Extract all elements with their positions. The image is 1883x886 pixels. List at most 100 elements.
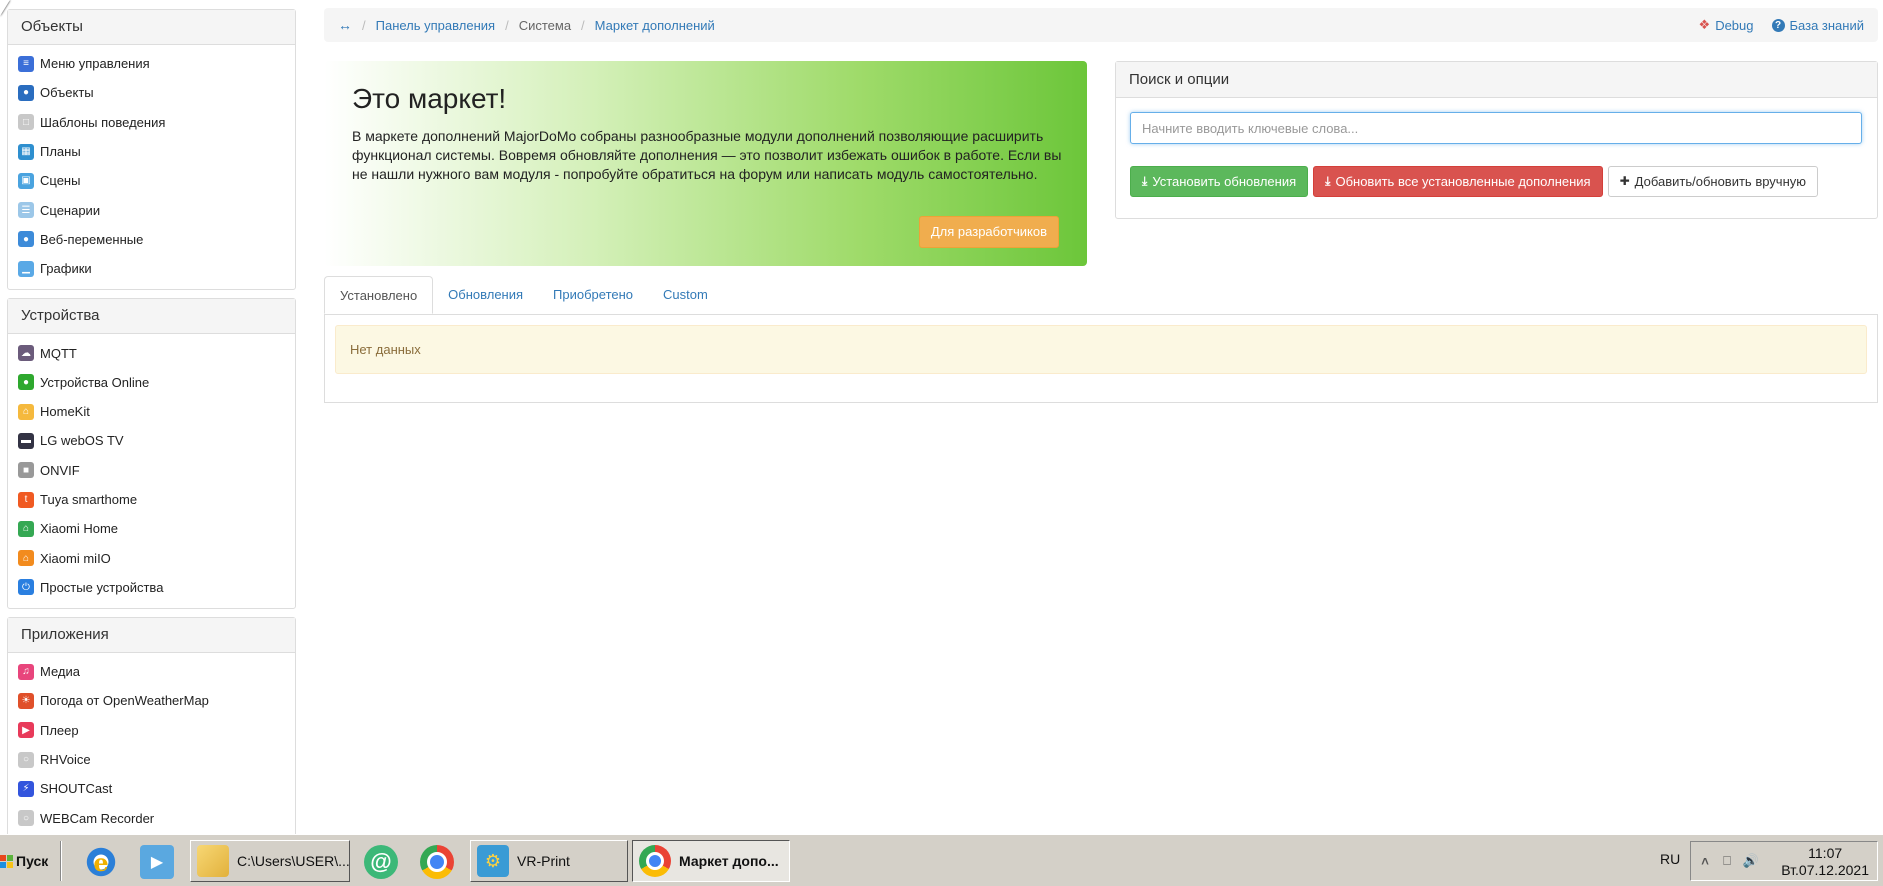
power-icon: ⏻ <box>18 579 34 596</box>
tab-updates[interactable]: Обновления <box>433 276 538 314</box>
sidebar-item[interactable]: ● Устройства Online <box>8 368 295 397</box>
update-all-button[interactable]: ⤓ Обновить все установленные дополнения <box>1313 166 1603 197</box>
globe-icon: ● <box>18 84 34 101</box>
xiaomi-home-icon: ⌂ <box>18 520 34 537</box>
sidebar-item[interactable]: □ Шаблоны поведения <box>8 108 295 137</box>
sidebar-item-label: Веб-переменные <box>40 231 144 247</box>
taskbar-task-explorer[interactable]: C:\Users\USER\... <box>190 840 350 882</box>
sidebar-item[interactable]: ⚡ SHOUTCast <box>8 774 295 803</box>
arrows-horizontal-icon[interactable]: ↔ <box>338 17 352 33</box>
download-icon: ⤓ <box>1325 174 1331 188</box>
task-vrprint-label: VR-Print <box>517 853 570 869</box>
tab-content: Нет данных <box>324 315 1878 403</box>
chrome-center <box>427 852 447 872</box>
sidebar-item[interactable]: ⏻ Простые устройства <box>8 573 295 602</box>
sidebar-item[interactable]: ● Веб-переменные <box>8 225 295 254</box>
hero-title: Это маркет! <box>352 83 507 114</box>
taskbar-task-vrprint[interactable]: ⚙ VR-Print <box>470 840 628 882</box>
media-player-icon[interactable]: ▶ <box>140 845 174 879</box>
start-button[interactable]: Пуск <box>0 840 54 882</box>
sidebar-item[interactable]: ○ WEBCam Recorder <box>8 804 295 833</box>
sidebar-item-label: Простые устройства <box>40 579 164 595</box>
template-icon: □ <box>18 114 34 131</box>
gear-icon: ⚙ <box>484 850 502 871</box>
sidebar-item[interactable]: ▬ LG webOS TV <box>8 426 295 455</box>
bug-icon: ❖ <box>1698 17 1711 32</box>
sidebar-item-label: Сценарии <box>40 202 101 218</box>
sidebar-item[interactable]: ⌂ Xiaomi miIO <box>8 543 295 572</box>
sidebar-item[interactable]: ● Объекты <box>8 78 295 107</box>
debug-link[interactable]: ❖ Debug <box>1699 17 1754 33</box>
sidebar-item[interactable]: ☁ MQTT <box>8 338 295 367</box>
clock-date: Вт.07.12.2021 <box>1781 862 1869 878</box>
volume-icon[interactable]: 🔊 <box>1743 853 1759 869</box>
taskbar-task-market[interactable]: Маркет допо... <box>632 840 790 882</box>
sidebar-item[interactable]: ☰ Сценарии <box>8 195 295 224</box>
install-updates-label: Установить обновления <box>1152 174 1297 189</box>
tab-installed[interactable]: Установлено <box>324 276 434 314</box>
add-manual-label: Добавить/обновить вручную <box>1634 174 1807 189</box>
sidebar-item[interactable]: t Tuya smarthome <box>8 485 295 514</box>
internet-explorer-icon[interactable]: e <box>84 845 118 879</box>
sidebar-item-label: Устройства Online <box>40 374 150 390</box>
plans-icon: ▦ <box>18 143 34 160</box>
add-manual-button[interactable]: ✚ Добавить/обновить вручную <box>1607 166 1819 197</box>
scenarios-icon: ☰ <box>18 202 34 219</box>
breadcrumb: ↔ / Панель управления / Система / Маркет… <box>324 8 1878 42</box>
tuya-icon: t <box>18 491 34 508</box>
mail-agent-icon[interactable]: @ <box>364 845 398 879</box>
chevron-up-icon[interactable]: ˄ <box>1697 853 1713 869</box>
search-options-panel: Поиск и опции ⤓ Установить обновления ⤓ … <box>1115 61 1878 219</box>
breadcrumb-market[interactable]: Маркет дополнений <box>595 18 715 33</box>
sidebar-item-label: Объекты <box>40 85 94 101</box>
sidebar-item-label: HomeKit <box>40 404 90 420</box>
devices-panel-title: Устройства <box>8 299 295 335</box>
sidebar-item[interactable]: ▶ Плеер <box>8 716 295 745</box>
sidebar-item-label: Xiaomi miIO <box>40 550 111 566</box>
objects-list: ≡ Меню управления ● Объекты □ Шаблоны поведен… <box>8 45 295 289</box>
apps-panel: Приложения ♫ Медиа ☀ Погода от OpenWeatherM… <box>7 617 296 835</box>
mqtt-icon: ☁ <box>18 345 34 362</box>
at-glyph: @ <box>370 849 392 874</box>
tab-custom[interactable]: Custom <box>648 276 723 314</box>
sidebar-item[interactable]: ▣ Сцены <box>8 166 295 195</box>
search-input[interactable] <box>1130 112 1862 144</box>
sidebar-item-label: Меню управления <box>40 56 150 72</box>
clock[interactable]: 11:07 Вт.07.12.2021 <box>1781 845 1869 879</box>
vrprint-icon: ⚙ <box>477 845 509 877</box>
sidebar-item-label: ONVIF <box>40 462 80 478</box>
task-market-label: Маркет допо... <box>679 853 779 869</box>
sidebar-item[interactable]: ⌂ Xiaomi Home <box>8 514 295 543</box>
xiaomi-miio-icon: ⌂ <box>18 550 34 567</box>
shoutcast-icon: ⚡ <box>18 780 34 797</box>
sidebar-item-label: Шаблоны поведения <box>40 114 166 130</box>
developers-button[interactable]: Для разработчиков <box>918 216 1059 248</box>
scenes-icon: ▣ <box>18 172 34 189</box>
sidebar-item-label: Xiaomi Home <box>40 521 119 537</box>
network-icon[interactable]: ⎕ <box>1719 853 1735 869</box>
breadcrumb-right-links: ❖ Debug ? База знаний <box>1699 8 1864 42</box>
webcam-icon: ○ <box>18 810 34 827</box>
windows-logo-icon <box>0 854 13 868</box>
debug-label: Debug <box>1715 17 1754 33</box>
objects-panel: Объекты ≡ Меню управления ● Объекты □ Шаблоны… <box>7 9 296 291</box>
breadcrumb-control-panel[interactable]: Панель управления <box>376 18 495 33</box>
chrome-icon[interactable] <box>420 845 454 879</box>
sidebar-item[interactable]: ▁ Графики <box>8 254 295 283</box>
sidebar-item[interactable]: ⌂ HomeKit <box>8 397 295 426</box>
knowledge-base-link[interactable]: ? База знаний <box>1771 18 1864 33</box>
sidebar-item[interactable]: ■ ONVIF <box>8 456 295 485</box>
sidebar-item[interactable]: ☀ Погода от OpenWeatherMap <box>8 686 295 715</box>
devices-list: ☁ MQTT ● Устройства Online ⌂ HomeKit ▬ LG webOS… <box>8 334 295 608</box>
sidebar-item[interactable]: ≡ Меню управления <box>8 49 295 78</box>
homekit-icon: ⌂ <box>18 403 34 420</box>
breadcrumb-separator: / <box>581 17 585 33</box>
sidebar-item[interactable]: ▦ Планы <box>8 137 295 166</box>
tab-purchased[interactable]: Приобретено <box>538 276 648 314</box>
install-updates-button[interactable]: ⤓ Установить обновления <box>1130 166 1309 197</box>
language-indicator[interactable]: RU <box>1660 851 1680 867</box>
sidebar-item-label: Сцены <box>40 173 81 189</box>
sidebar-item[interactable]: ♫ Медиа <box>8 657 295 686</box>
sidebar-item-label: RHVoice <box>40 752 91 768</box>
sidebar-item[interactable]: ○ RHVoice <box>8 745 295 774</box>
